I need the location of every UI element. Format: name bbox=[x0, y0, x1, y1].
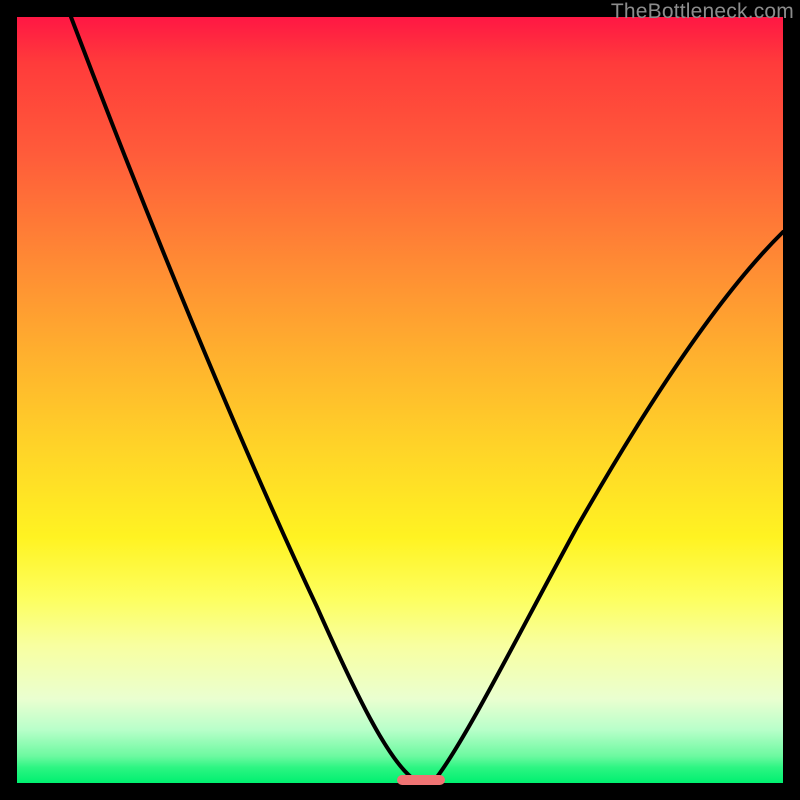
watermark-text: TheBottleneck.com bbox=[611, 0, 794, 24]
plot-area bbox=[17, 17, 783, 783]
optimal-range-marker bbox=[397, 775, 445, 785]
chart-canvas: TheBottleneck.com bbox=[0, 0, 800, 800]
bottleneck-curve bbox=[17, 17, 783, 783]
